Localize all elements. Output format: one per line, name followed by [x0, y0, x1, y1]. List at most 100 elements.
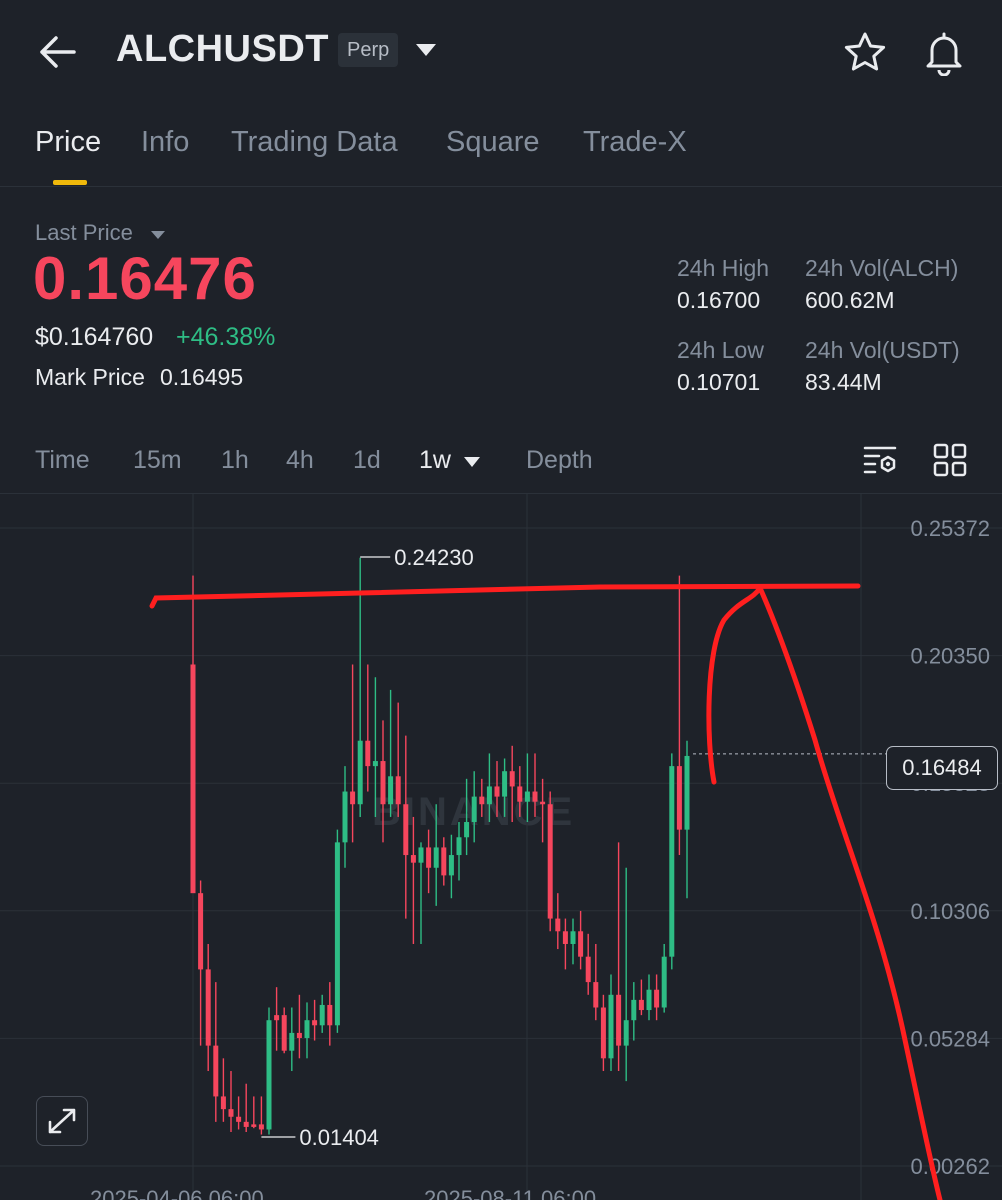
candle-body — [502, 771, 508, 797]
candle-body — [562, 931, 568, 944]
candle-body — [578, 931, 584, 957]
candle-body — [243, 1121, 249, 1127]
candlestick-chart[interactable]: 0.253720.203500.153280.103060.052840.002… — [0, 494, 1002, 1200]
candle-body — [486, 786, 492, 805]
candle-body — [380, 761, 386, 805]
candle-body — [258, 1124, 264, 1130]
last-price-dropdown[interactable] — [150, 228, 166, 240]
candle-body — [661, 956, 667, 1008]
candle-body — [319, 1004, 325, 1026]
vol-base-value: 600.62M — [805, 287, 895, 313]
low-annotation: 0.01404 — [299, 1125, 379, 1150]
interval-dropdown[interactable] — [463, 455, 481, 467]
star-icon — [844, 32, 886, 71]
candle-body — [456, 837, 462, 856]
layout-button[interactable] — [932, 442, 968, 478]
candle-body — [585, 956, 591, 983]
annotations: 0.24230 0.01404 — [261, 545, 886, 1150]
candle-body — [684, 755, 690, 830]
candle-body — [547, 804, 553, 919]
candle-body — [372, 761, 378, 767]
candle-body — [198, 893, 204, 970]
back-button[interactable] — [36, 30, 80, 74]
fullscreen-button[interactable] — [36, 1096, 88, 1146]
candle-body — [410, 855, 416, 863]
candle-body — [479, 796, 485, 805]
favorite-button[interactable] — [842, 30, 888, 74]
candle-body — [220, 1096, 226, 1110]
last-price: 0.16476 — [33, 245, 257, 312]
symbol-title[interactable]: ALCHUSDT — [116, 28, 329, 71]
symbol-dropdown[interactable] — [414, 40, 438, 60]
interval-1d[interactable]: 1d — [353, 446, 381, 475]
bell-icon — [926, 32, 962, 77]
x-tick-label: 2025-04-06 06:00 — [90, 1186, 264, 1200]
y-tick-label: 0.25372 — [910, 516, 990, 541]
last-price-label[interactable]: Last Price — [35, 220, 133, 246]
candle-body — [403, 804, 409, 856]
candle-body — [441, 847, 447, 876]
tab-price[interactable]: Price — [35, 126, 101, 159]
interval-4h[interactable]: 4h — [286, 446, 314, 475]
interval-depth[interactable]: Depth — [526, 446, 593, 475]
candle-body — [327, 1004, 333, 1026]
candle-body — [471, 796, 477, 823]
interval-1w[interactable]: 1w — [419, 446, 451, 475]
high-annotation: 0.24230 — [394, 545, 474, 570]
candle-body — [555, 918, 561, 932]
candle-body — [600, 1007, 606, 1059]
mark-price-value: 0.16495 — [160, 364, 244, 390]
y-tick-label: 0.05284 — [910, 1026, 990, 1051]
interval-time[interactable]: Time — [35, 446, 90, 475]
candle-body — [540, 801, 546, 805]
y-tick-label: 0.20350 — [910, 644, 990, 669]
candle-body — [388, 776, 394, 805]
candle-body — [304, 1020, 310, 1038]
candle-body — [616, 994, 622, 1046]
y-tick-label: 0.10306 — [910, 899, 990, 924]
candle-body — [623, 1020, 629, 1046]
candle-body — [646, 989, 652, 1011]
candle-body — [350, 791, 356, 805]
low-24h-label: 24h Low — [677, 337, 764, 363]
chart-settings-button[interactable] — [862, 442, 898, 478]
candle-body — [654, 989, 660, 1008]
candle-body — [357, 740, 363, 805]
indicator-settings-icon — [863, 446, 897, 474]
candle-body — [676, 766, 682, 830]
candle-body — [433, 847, 439, 868]
y-tick-label: 0.00262 — [910, 1154, 990, 1179]
candle-body — [524, 791, 530, 802]
interval-1h[interactable]: 1h — [221, 446, 249, 475]
candles — [190, 557, 690, 1135]
candle-body — [570, 931, 576, 944]
candle-body — [448, 855, 454, 876]
candle-body — [395, 776, 401, 805]
tab-trade-x[interactable]: Trade-X — [583, 126, 687, 159]
arrow-left-icon — [40, 36, 76, 68]
divider — [0, 186, 1002, 187]
candle-body — [509, 771, 515, 787]
candle-body — [365, 740, 371, 767]
tab-trading-data[interactable]: Trading Data — [231, 126, 398, 159]
caret-down-icon — [464, 457, 480, 467]
candle-body — [266, 1020, 272, 1130]
chevron-down-icon — [416, 44, 436, 56]
tab-square[interactable]: Square — [446, 126, 540, 159]
interval-15m[interactable]: 15m — [133, 446, 182, 475]
vol-base-label: 24h Vol(ALCH) — [805, 255, 959, 281]
candle-body — [190, 664, 196, 894]
candle-body — [334, 842, 340, 1026]
candle-body — [312, 1020, 318, 1026]
drawn-curve — [706, 585, 943, 1200]
contract-type-badge: Perp — [338, 33, 399, 67]
candle-body — [251, 1124, 257, 1127]
alerts-button[interactable] — [920, 28, 968, 77]
mark-price-label: Mark Price — [35, 364, 145, 390]
tab-info[interactable]: Info — [141, 126, 189, 159]
candle-body — [205, 969, 211, 1046]
expand-icon — [48, 1108, 76, 1134]
high-24h-label: 24h High — [677, 255, 770, 281]
grid-icon — [933, 443, 967, 477]
candle-body — [494, 786, 500, 797]
